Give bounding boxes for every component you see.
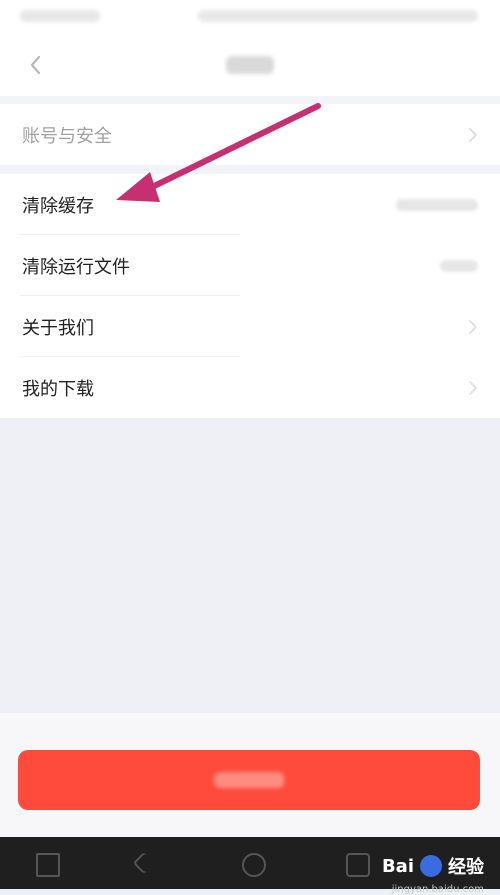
settings-list: 账号与安全 清除缓存 清除运行文件 关于我们 我的下载: [0, 104, 500, 418]
watermark-brand: Bai: [381, 855, 414, 877]
status-right-blur: [198, 10, 478, 22]
back-arrow-icon: [30, 55, 41, 75]
nav-bar: [0, 34, 500, 96]
section-gap: [0, 165, 500, 174]
system-menu-icon[interactable]: [36, 853, 60, 877]
logout-button[interactable]: [18, 750, 480, 810]
run-files-size-blur: [440, 259, 478, 272]
settings-item-label: 关于我们: [22, 317, 94, 339]
cache-size-blur: [396, 198, 478, 211]
settings-item-my-downloads[interactable]: 我的下载: [0, 357, 500, 418]
status-bar: [0, 0, 500, 34]
watermark: Bai 经验 jingyan.baidu.com: [381, 853, 484, 895]
logout-area: [0, 713, 500, 837]
logout-label-blur: [214, 772, 284, 788]
status-left-blur: [20, 10, 100, 22]
system-nav-bar: Bai 经验 jingyan.baidu.com: [0, 837, 500, 895]
settings-item-clear-run-files[interactable]: 清除运行文件: [0, 235, 500, 296]
settings-item-about-us[interactable]: 关于我们: [0, 296, 500, 357]
settings-item-clear-cache[interactable]: 清除缓存: [0, 174, 500, 235]
back-button[interactable]: [18, 48, 52, 82]
chevron-right-icon: [469, 127, 477, 142]
system-home-icon[interactable]: [242, 853, 266, 877]
watermark-brand-suffix: 经验: [448, 857, 484, 878]
page-title-blur: [226, 56, 274, 74]
paw-icon: [420, 855, 442, 877]
chevron-right-icon: [469, 319, 477, 334]
system-recent-icon[interactable]: [346, 853, 370, 877]
watermark-site: jingyan.baidu.com: [391, 884, 484, 895]
settings-item-label: 清除缓存: [22, 195, 94, 217]
settings-item-account-security[interactable]: 账号与安全: [0, 104, 500, 165]
settings-item-label: 清除运行文件: [22, 256, 130, 278]
system-back-icon[interactable]: [132, 851, 156, 875]
section-divider: [0, 96, 500, 104]
settings-item-label: 我的下载: [22, 378, 94, 400]
settings-item-label: 账号与安全: [22, 125, 112, 147]
chevron-right-icon: [469, 380, 477, 395]
